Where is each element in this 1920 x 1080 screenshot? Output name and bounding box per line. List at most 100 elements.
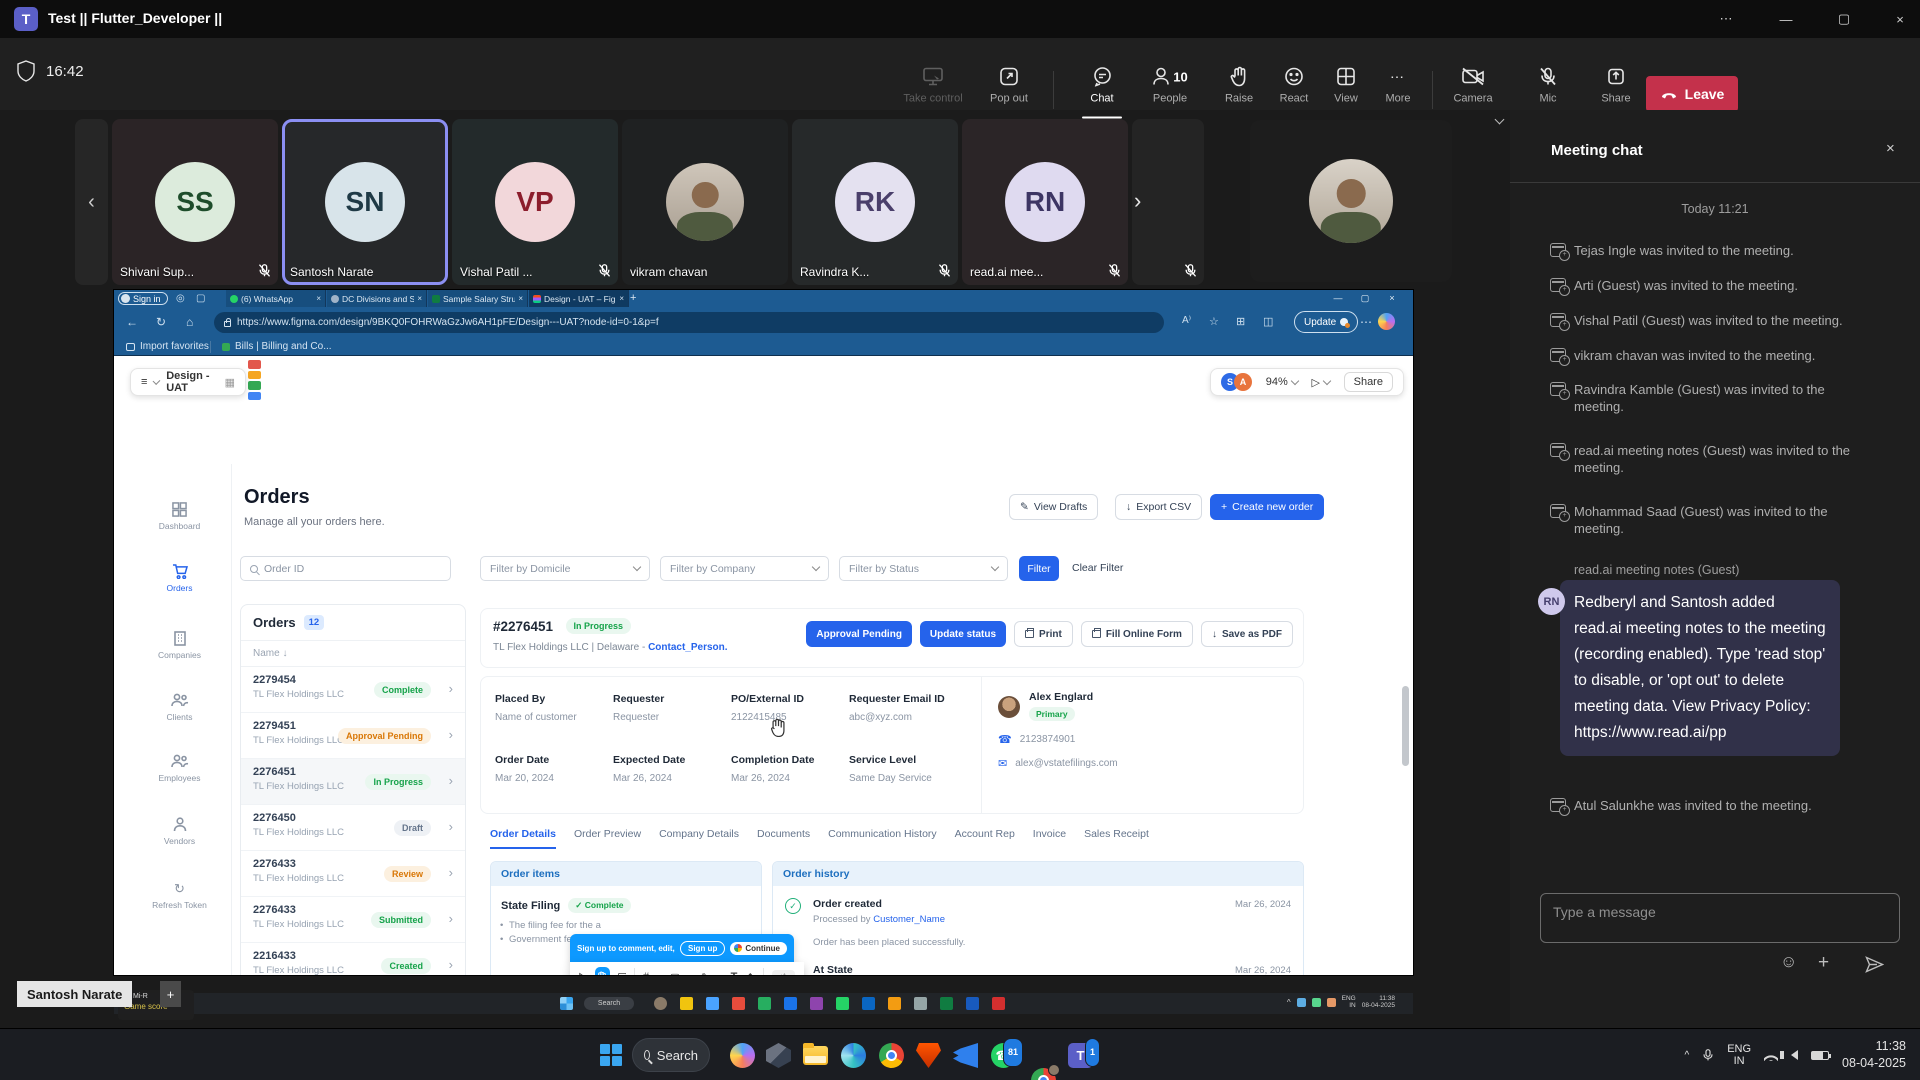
emoji-icon[interactable]: ☺ (1780, 952, 1797, 972)
chat-button[interactable]: Chat (1070, 64, 1134, 105)
more-button[interactable]: ⋯ More (1366, 64, 1430, 105)
hand-tool-icon[interactable] (595, 967, 610, 975)
share-button[interactable]: Share (1584, 64, 1648, 105)
pen-tool-icon[interactable]: ✎ (701, 971, 710, 976)
order-row[interactable]: 2279451 TL Flex Holdings LLC Approval Pe… (241, 713, 465, 759)
sidebar-item-employees[interactable]: Employees (127, 754, 232, 783)
reload-icon[interactable]: ↻ (156, 315, 166, 329)
mini-avatar-icon[interactable] (654, 997, 667, 1010)
take-control-button[interactable]: Take control (901, 64, 965, 105)
browser-signin-button[interactable]: Sign in (118, 292, 168, 305)
mini-app-icon[interactable] (836, 997, 849, 1010)
tiles-scroll-right-button[interactable]: › (1134, 188, 1141, 214)
mini-app-icon[interactable] (940, 997, 953, 1010)
participant-tile[interactable]: RK Ravindra K... (792, 119, 958, 285)
chrome-icon[interactable] (879, 1043, 904, 1068)
clear-filter-button[interactable]: Clear Filter (1072, 562, 1123, 574)
copilot-icon[interactable] (1378, 313, 1395, 330)
sidebar-item-dashboard[interactable]: Dashboard (127, 502, 232, 531)
mini-app-icon[interactable] (732, 997, 745, 1010)
tab-close-icon[interactable]: × (316, 294, 321, 303)
mini-app-icon[interactable] (966, 997, 979, 1010)
tab-order-details[interactable]: Order Details (490, 828, 556, 849)
mini-tray-icon[interactable] (1327, 998, 1336, 1007)
volume-icon[interactable] (1791, 1050, 1798, 1060)
print-button[interactable]: Print (1014, 621, 1073, 647)
order-row[interactable]: 2276450 TL Flex Holdings LLC Draft › (241, 805, 465, 851)
vertical-tabs-icon[interactable]: ▢ (196, 293, 205, 304)
start-button[interactable] (600, 1044, 622, 1066)
participant-tile[interactable]: RN read.ai mee... (962, 119, 1128, 285)
chat-close-icon[interactable]: × (1886, 140, 1895, 157)
tab-company-details[interactable]: Company Details (659, 828, 739, 849)
back-icon[interactable]: ← (126, 315, 138, 329)
mini-app-icon[interactable] (784, 997, 797, 1010)
mini-app-icon[interactable] (758, 997, 771, 1010)
participant-tile-partial[interactable] (1132, 119, 1204, 285)
sidebar-item-vendors[interactable]: Vendors (127, 817, 232, 846)
whatsapp-icon[interactable]: ☎ 81 (991, 1043, 1016, 1068)
settings-dots-icon[interactable]: ⋯ (1360, 315, 1372, 329)
chevron-down-icon[interactable] (717, 972, 725, 975)
shape-tool-icon[interactable]: ▢ (670, 971, 680, 976)
figma-share-button[interactable]: Share (1344, 372, 1393, 392)
battery-icon[interactable] (1811, 1051, 1829, 1060)
camera-options-chevron[interactable] (1496, 110, 1503, 128)
customer-name-link[interactable]: Customer_Name (873, 914, 945, 925)
text-tool-icon[interactable]: T (731, 971, 738, 975)
chat-message-bubble[interactable]: Redberyl and Santosh added read.ai meeti… (1560, 580, 1840, 756)
participant-tile[interactable]: VP Vishal Patil ... (452, 119, 618, 285)
brave-icon[interactable] (916, 1043, 941, 1068)
figma-zoom-control[interactable]: 94% (1266, 376, 1298, 388)
figma-file-name[interactable]: Design - UAT (166, 370, 217, 394)
mini-tray-icon[interactable] (1312, 998, 1321, 1007)
mini-search-box[interactable]: Search (584, 997, 634, 1010)
tab-close-icon[interactable]: × (619, 294, 624, 303)
gem-app-icon[interactable] (766, 1043, 791, 1068)
browser-close-button[interactable]: × (1381, 291, 1403, 306)
frame-tool-icon[interactable]: # (643, 971, 649, 975)
bills-favorite-link[interactable]: Bills | Billing and Co... (222, 341, 332, 352)
chevron-down-icon[interactable] (687, 972, 695, 975)
comment-tool-icon[interactable] (618, 971, 627, 975)
tab-order-preview[interactable]: Order Preview (574, 828, 641, 849)
filter-status-select[interactable]: Filter by Status (839, 556, 1008, 581)
order-row[interactable]: 2216433 TL Flex Holdings LLC Created › (241, 943, 465, 975)
figma-menu-icon[interactable]: ≡ (141, 376, 147, 388)
new-tab-button[interactable]: + (630, 292, 636, 304)
sidebar-item-orders[interactable]: Orders (127, 564, 232, 593)
attach-plus-icon[interactable]: + (1818, 952, 1829, 974)
continue-with-google-button[interactable]: Continue (730, 942, 787, 955)
window-minimize-button[interactable]: — (1766, 0, 1806, 38)
tab-communication-history[interactable]: Communication History (828, 828, 937, 849)
vscode-icon[interactable] (953, 1043, 978, 1068)
import-favorites-button[interactable]: Import favorites (126, 341, 209, 352)
update-status-button[interactable]: Update status (920, 621, 1006, 647)
mic-button[interactable]: Mic (1516, 64, 1580, 105)
leave-button[interactable]: Leave (1646, 76, 1738, 112)
favorite-star-icon[interactable]: ☆ (1209, 315, 1219, 328)
order-id-input[interactable]: Order ID (240, 556, 451, 581)
file-explorer-icon[interactable] (803, 1043, 828, 1068)
participant-tile[interactable]: SS Shivani Sup... (112, 119, 278, 285)
filter-button[interactable]: Filter (1019, 556, 1059, 581)
mini-app-icon[interactable] (706, 997, 719, 1010)
components-icon[interactable]: ❖ (745, 971, 755, 976)
move-tool-icon[interactable] (579, 971, 587, 976)
mini-tray-chevron[interactable]: ^ (1287, 998, 1291, 1007)
tab-close-icon[interactable]: × (518, 294, 523, 303)
taskbar-clock[interactable]: 11:38 08-04-2025 (1842, 1038, 1906, 1072)
save-as-pdf-button[interactable]: ↓ Save as PDF (1201, 621, 1293, 647)
sidebar-item-companies[interactable]: Companies (127, 631, 232, 660)
pop-out-button[interactable]: Pop out (977, 64, 1041, 105)
chevron-down-icon[interactable] (153, 377, 161, 385)
browser-minimize-button[interactable]: — (1327, 291, 1349, 306)
signup-button[interactable]: Sign up (680, 941, 725, 956)
chevron-down-icon[interactable] (656, 972, 664, 975)
tab-account-rep[interactable]: Account Rep (955, 828, 1015, 849)
figma-pages-icon[interactable]: ▦ (225, 376, 235, 389)
order-row-selected[interactable]: 2276451 TL Flex Holdings LLC In Progress… (241, 759, 465, 805)
presenter-tag-expand-button[interactable]: + (160, 981, 181, 1007)
figma-present-button[interactable]: ▷ (1311, 376, 1329, 389)
read-aloud-icon[interactable]: A⁾ (1182, 315, 1191, 326)
